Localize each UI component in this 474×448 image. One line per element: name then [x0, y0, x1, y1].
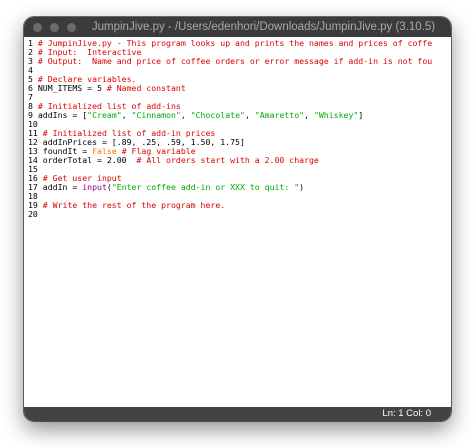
code-token-plain: addIn = — [42, 182, 83, 192]
line-gutter-space — [38, 209, 43, 219]
status-bar: Ln: 1 Col: 0 — [24, 407, 451, 421]
code-token-plain: orderTotal = 2.00 — [42, 155, 137, 165]
code-token-string: "Amaretto" — [254, 110, 305, 120]
line-number: 20 — [28, 209, 38, 219]
code-token-plain: ) — [299, 182, 305, 192]
title-bar[interactable]: JumpinJive.py - /Users/edenhori/Download… — [24, 17, 451, 37]
code-token-string: "Whiskey" — [313, 110, 359, 120]
code-line[interactable]: 19 # Write the rest of the program here. — [28, 201, 225, 210]
window-title: JumpinJive.py - /Users/edenhori/Download… — [91, 21, 436, 33]
code-token-plain: addIns = [ — [37, 110, 88, 120]
code-token-builtin: input — [82, 182, 107, 192]
code-token-plain: , — [304, 110, 314, 120]
window-controls — [33, 23, 76, 32]
code-token-comment: # Write the rest of the program here. — [42, 200, 226, 210]
code-token-comment: # Output: Name and price of coffee order… — [37, 56, 433, 66]
code-line[interactable]: 6 NUM_ITEMS = 5 # Named constant — [28, 84, 186, 93]
code-token-string: "Cinnamon" — [131, 110, 181, 120]
code-token-string: "Enter coffee add-in or XXX to quit: " — [111, 182, 300, 192]
code-token-plain: NUM_ITEMS = 5 — [37, 83, 107, 93]
code-line[interactable]: 14 orderTotal = 2.00 # All orders start … — [28, 156, 319, 165]
code-line[interactable]: 3 # Output: Name and price of coffee ord… — [28, 57, 432, 66]
code-token-plain: , — [180, 110, 191, 120]
code-token-plain: , — [244, 110, 255, 120]
zoom-window-button[interactable] — [67, 23, 76, 32]
code-token-plain: ] — [358, 110, 364, 120]
code-line[interactable]: 17 addIn = input("Enter coffee add-in or… — [28, 183, 304, 192]
code-line[interactable]: 20 — [28, 210, 43, 219]
cursor-position: Ln: 1 Col: 0 — [382, 408, 431, 419]
code-token-string: "Chocolate" — [190, 110, 245, 120]
code-token-plain: , — [121, 110, 132, 120]
code-token-comment: # Named constant — [106, 83, 186, 93]
code-token-string: "Cream" — [87, 110, 122, 120]
minimize-window-button[interactable] — [50, 23, 59, 32]
close-window-button[interactable] — [33, 23, 42, 32]
code-token-comment: # All orders start with a 2.00 charge — [136, 155, 319, 165]
idle-editor-window: JumpinJive.py - /Users/edenhori/Download… — [24, 17, 451, 421]
code-editor[interactable]: 1 # JumpinJive.py - This program looks u… — [24, 37, 451, 407]
code-line[interactable]: 9 addIns = ["Cream", "Cinnamon", "Chocol… — [28, 111, 363, 120]
